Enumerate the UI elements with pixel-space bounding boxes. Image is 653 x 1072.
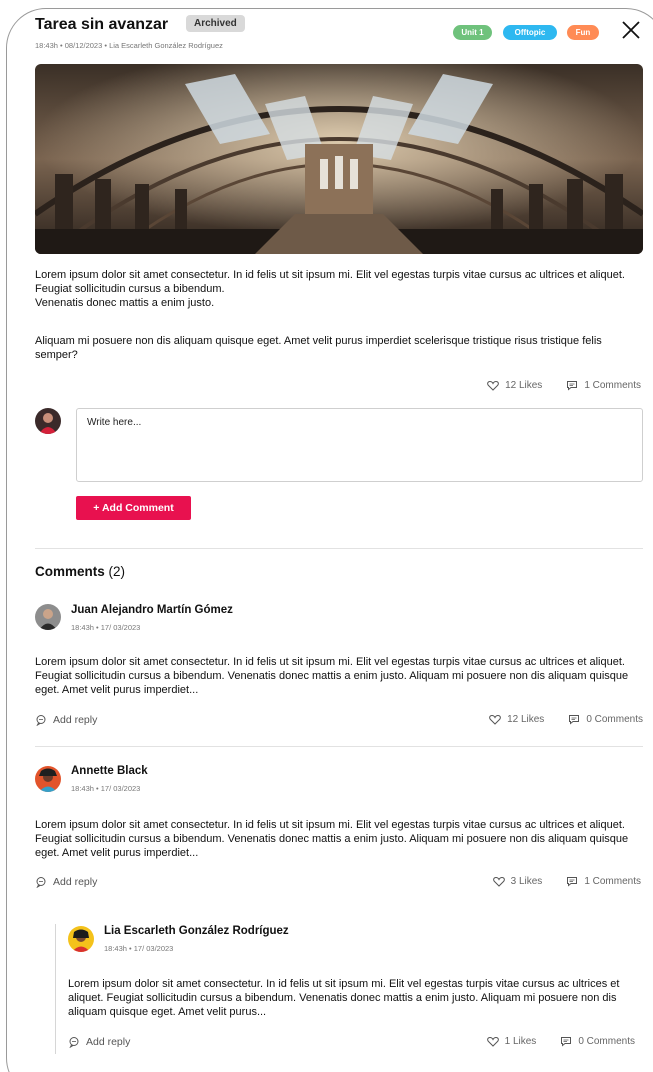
chat-bubble-icon bbox=[36, 715, 46, 726]
add-reply-label: Add reply bbox=[53, 876, 98, 888]
comment-meta: 18:43h • 17/ 03/2023 bbox=[71, 623, 141, 632]
comment-likes[interactable]: 12 Likes bbox=[507, 714, 544, 725]
add-reply-button[interactable]: Add reply bbox=[68, 1036, 130, 1048]
comments-heading: Comments (2) bbox=[35, 564, 125, 579]
tag-unit-1[interactable]: Unit 1 bbox=[453, 25, 492, 40]
reply-thread-line bbox=[55, 924, 56, 1054]
comments-title: Comments bbox=[35, 564, 105, 579]
post-likes[interactable]: 12 Likes bbox=[505, 380, 542, 391]
post-image bbox=[35, 64, 643, 254]
comment-icon[interactable] bbox=[560, 1036, 572, 1047]
comments-count: (2) bbox=[108, 564, 126, 579]
add-reply-button[interactable]: Add reply bbox=[35, 714, 97, 726]
add-reply-button[interactable]: Add reply bbox=[35, 876, 97, 888]
comment-stats: 3 Likes 1 Comments bbox=[492, 876, 641, 887]
avatar bbox=[35, 604, 61, 630]
post-title: Tarea sin avanzar bbox=[35, 16, 169, 33]
comment-icon[interactable] bbox=[566, 380, 578, 391]
reply-likes[interactable]: 1 Likes bbox=[505, 1036, 537, 1047]
post-stats: 12 Likes 1 Comments bbox=[487, 380, 641, 391]
comment-likes[interactable]: 3 Likes bbox=[511, 876, 543, 887]
reply-text: Lorem ipsum dolor sit amet consectetur. … bbox=[68, 978, 620, 1018]
post-paragraph-1: Lorem ipsum dolor sit amet consectetur. … bbox=[35, 269, 625, 295]
comment-meta: 18:43h • 17/ 03/2023 bbox=[71, 784, 141, 793]
reply-author[interactable]: Lia Escarleth González Rodríguez bbox=[104, 925, 289, 937]
post-paragraph-2: Aliquam mi posuere non dis aliquam quisq… bbox=[35, 335, 602, 361]
status-badge: Archived bbox=[186, 15, 245, 32]
tag-fun[interactable]: Fun bbox=[567, 25, 599, 40]
post-comments-count[interactable]: 1 Comments bbox=[584, 380, 641, 391]
chat-bubble-icon bbox=[69, 1037, 79, 1048]
tag-offtopic[interactable]: Offtopic bbox=[503, 25, 557, 40]
avatar bbox=[68, 926, 94, 952]
heart-icon[interactable] bbox=[492, 876, 505, 887]
heart-icon[interactable] bbox=[489, 714, 501, 725]
post-meta: 18:43h • 08/12/2023 • Lia Escarleth Gonz… bbox=[35, 41, 223, 50]
chat-bubble-icon bbox=[36, 877, 46, 888]
divider bbox=[35, 746, 643, 747]
reply-meta: 18:43h • 17/ 03/2023 bbox=[104, 944, 174, 953]
add-comment-button[interactable]: + Add Comment bbox=[76, 496, 191, 520]
reply-comments-count[interactable]: 0 Comments bbox=[578, 1036, 635, 1047]
comment-icon[interactable] bbox=[566, 876, 578, 887]
heart-icon[interactable] bbox=[487, 380, 499, 391]
heart-icon[interactable] bbox=[486, 1036, 499, 1047]
comment-text: Lorem ipsum dolor sit amet consectetur. … bbox=[35, 819, 629, 859]
comment-icon[interactable] bbox=[568, 714, 580, 725]
comment-stats: 12 Likes 0 Comments bbox=[489, 714, 643, 725]
avatar bbox=[35, 766, 61, 792]
comment-text: Lorem ipsum dolor sit amet consectetur. … bbox=[35, 656, 629, 696]
comment-author[interactable]: Juan Alejandro Martín Gómez bbox=[71, 604, 233, 616]
comment-author[interactable]: Annette Black bbox=[71, 765, 148, 777]
reply-stats: 1 Likes 0 Comments bbox=[486, 1036, 635, 1047]
comment-comments-count[interactable]: 0 Comments bbox=[586, 714, 643, 725]
add-reply-label: Add reply bbox=[53, 714, 98, 726]
post-header: Tarea sin avanzar Archived 18:43h • 08/1… bbox=[35, 14, 643, 54]
divider bbox=[35, 548, 643, 549]
avatar bbox=[35, 408, 61, 434]
comment-input[interactable]: Write here... bbox=[76, 408, 643, 482]
add-reply-label: Add reply bbox=[86, 1036, 131, 1048]
post-paragraph-1b: Venenatis donec mattis a enim justo. bbox=[35, 297, 215, 309]
comment-comments-count[interactable]: 1 Comments bbox=[584, 876, 641, 887]
close-icon[interactable] bbox=[619, 18, 643, 42]
